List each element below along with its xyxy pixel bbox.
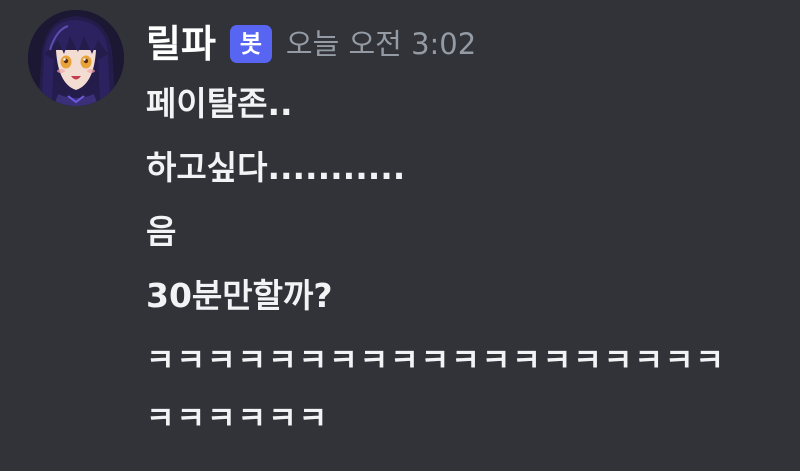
chat-message-view: 릴파 봇 오늘 오전 3:02 페이탈존.. 하고싶다........... 음… (0, 0, 800, 471)
message-line: 음 (146, 212, 177, 251)
avatar[interactable] (28, 10, 124, 106)
message-line: 페이탈존.. (146, 84, 293, 123)
message-line: ㅋㅋㅋㅋㅋㅋㅋㅋㅋㅋㅋㅋㅋㅋㅋㅋㅋㅋㅋㅋㅋㅋㅋㅋㅋ (146, 343, 726, 437)
anime-character-avatar-icon (28, 10, 124, 106)
timestamp[interactable]: 오늘 오전 3:02 (286, 29, 476, 59)
message-header: 릴파 봇 오늘 오전 3:02 (146, 16, 476, 72)
message-content: 페이탈존.. 하고싶다........... 음 30분만할까? ㅋㅋㅋㅋㅋㅋㅋ… (146, 76, 786, 448)
message-line: 30분만할까? (146, 276, 333, 315)
message-line: 하고싶다........... (146, 148, 406, 187)
bot-badge: 봇 (229, 25, 272, 63)
username[interactable]: 릴파 (146, 25, 216, 63)
